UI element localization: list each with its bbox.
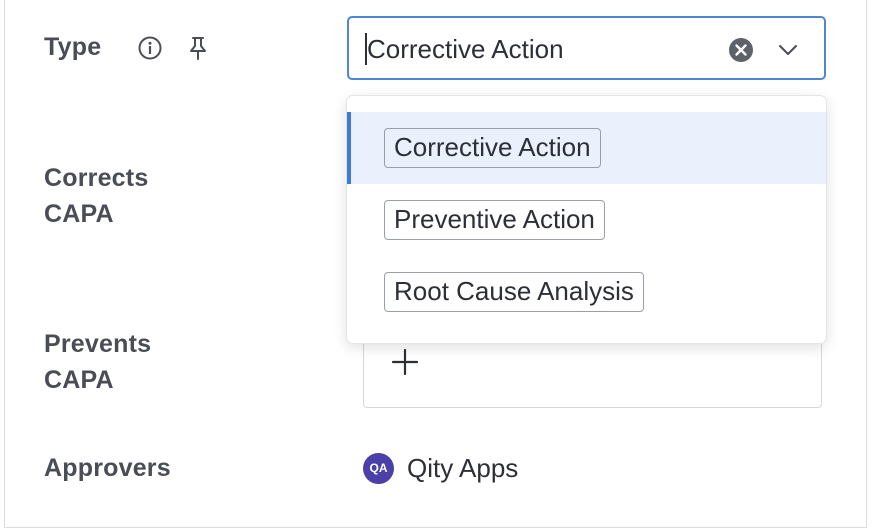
clear-x-icon[interactable] bbox=[728, 37, 754, 63]
option-label[interactable]: Root Cause Analysis bbox=[384, 272, 644, 312]
pin-icon[interactable] bbox=[186, 35, 210, 61]
option-label[interactable]: Preventive Action bbox=[384, 200, 605, 240]
option-label[interactable]: Corrective Action bbox=[384, 128, 601, 168]
dropdown-option-corrective-action[interactable]: Corrective Action bbox=[347, 112, 826, 184]
avatar: QA bbox=[363, 453, 394, 484]
plus-icon[interactable] bbox=[390, 347, 420, 377]
type-select-value[interactable]: Corrective Action bbox=[367, 32, 564, 66]
approver-name: Qity Apps bbox=[407, 453, 519, 483]
type-select[interactable]: Corrective Action bbox=[347, 16, 826, 80]
prevents-capa-label: Prevents CAPA bbox=[44, 330, 152, 394]
dropdown-option-root-cause-analysis[interactable]: Root Cause Analysis bbox=[347, 256, 826, 328]
type-dropdown-menu: Corrective Action Preventive Action Root… bbox=[346, 95, 827, 344]
type-label: Type bbox=[44, 33, 102, 61]
corrects-capa-label: Corrects CAPA bbox=[44, 164, 149, 228]
info-icon[interactable] bbox=[137, 35, 163, 61]
approvers-label: Approvers bbox=[44, 454, 171, 482]
dropdown-option-preventive-action[interactable]: Preventive Action bbox=[347, 184, 826, 256]
chevron-down-icon[interactable] bbox=[777, 39, 799, 61]
text-cursor bbox=[365, 33, 367, 65]
